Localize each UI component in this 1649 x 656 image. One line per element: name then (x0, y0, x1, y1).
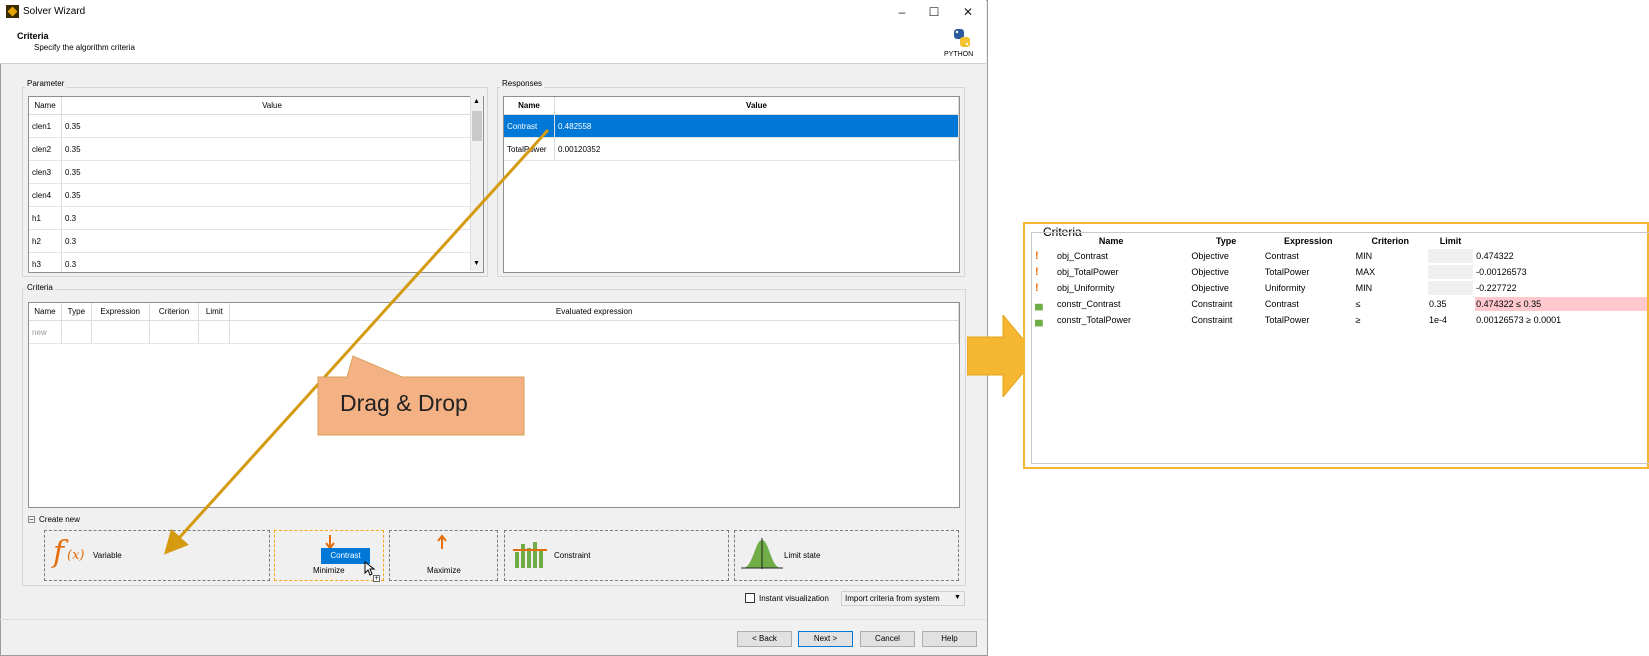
zoom-limit-cell[interactable] (1427, 265, 1474, 279)
zoom-name-text: constr_TotalPower (1057, 315, 1132, 325)
zoom-name-text: obj_TotalPower (1057, 267, 1119, 277)
zoom-name-cell[interactable]: ! obj_TotalPower (1034, 265, 1188, 279)
drag-arrow-icon (163, 128, 550, 555)
zoom-expression-cell[interactable]: TotalPower (1264, 313, 1353, 327)
table-row[interactable]: ! obj_Contrast Objective Contrast MIN 0.47432… (1034, 249, 1647, 263)
drag-drop-callout-text: Drag & Drop (340, 390, 468, 416)
objective-icon: ! (1035, 266, 1039, 278)
zoom-name-text: constr_Contrast (1057, 299, 1121, 309)
zoom-limit-cell[interactable]: 0.35 (1428, 297, 1473, 311)
table-row[interactable]: ▄ constr_Contrast Constraint Contrast ≤0.35 0… (1034, 297, 1647, 311)
zoom-expression-cell[interactable]: Contrast (1264, 249, 1353, 263)
table-row[interactable]: ▄ constr_TotalPower Constraint TotalPower ≥1… (1034, 313, 1647, 327)
zoom-column-type[interactable]: Type (1190, 235, 1262, 247)
zoom-name-text: obj_Uniformity (1057, 283, 1115, 293)
zoom-column-criterion[interactable]: Criterion (1355, 235, 1426, 247)
constraint-icon: ▄ (1035, 298, 1043, 310)
zoom-expression-cell[interactable]: Uniformity (1264, 281, 1353, 295)
zoom-limit-cell[interactable] (1427, 281, 1474, 295)
zoom-name-cell[interactable]: ▄ constr_TotalPower (1034, 313, 1188, 327)
zoom-evaluated-cell[interactable]: 0.474322 (1475, 249, 1647, 263)
zoom-type-cell[interactable]: Objective (1190, 265, 1262, 279)
zoom-expression-cell[interactable]: TotalPower (1264, 265, 1353, 279)
zoom-type-cell[interactable]: Objective (1190, 249, 1262, 263)
table-row[interactable]: ! obj_TotalPower Objective TotalPower MAX -0.… (1034, 265, 1647, 279)
zoom-column-expression[interactable]: Expression (1264, 235, 1353, 247)
zoom-name-text: obj_Contrast (1057, 251, 1109, 261)
zoom-column-evaluated[interactable] (1475, 235, 1647, 247)
objective-icon: ! (1035, 282, 1039, 294)
zoom-criterion-cell[interactable]: MAX (1355, 265, 1426, 279)
zoom-expression-cell[interactable]: Contrast (1264, 297, 1353, 311)
zoom-name-cell[interactable]: ! obj_Uniformity (1034, 281, 1188, 295)
zoom-column-limit[interactable]: Limit (1428, 235, 1473, 247)
zoom-type-cell[interactable]: Constraint (1190, 297, 1262, 311)
table-row[interactable]: ! obj_Uniformity Objective Uniformity MIN -0.… (1034, 281, 1647, 295)
zoom-name-cell[interactable]: ▄ constr_Contrast (1034, 297, 1188, 311)
zoom-evaluated-cell[interactable]: -0.00126573 (1475, 265, 1647, 279)
zoom-criterion-cell[interactable]: MIN (1355, 281, 1426, 295)
constraint-icon: ▄ (1035, 314, 1043, 326)
zoom-evaluated-cell[interactable]: 0.474322 ≤ 0.35 (1475, 297, 1647, 311)
zoom-column-name[interactable]: Name (1034, 235, 1188, 247)
zoom-limit-cell[interactable]: 1e-4 (1428, 313, 1473, 327)
zoom-criterion-cell[interactable]: ≤ (1355, 297, 1426, 311)
zoom-type-cell[interactable]: Objective (1190, 281, 1262, 295)
zoom-name-cell[interactable]: ! obj_Contrast (1034, 249, 1188, 263)
objective-icon: ! (1035, 250, 1039, 262)
zoom-evaluated-cell[interactable]: 0.00126573 ≥ 0.0001 (1475, 313, 1647, 327)
zoom-type-cell[interactable]: Constraint (1190, 313, 1262, 327)
zoom-criterion-cell[interactable]: MIN (1355, 249, 1426, 263)
zoom-evaluated-cell[interactable]: -0.227722 (1475, 281, 1647, 295)
zoom-criteria-table[interactable]: Name Type Expression Criterion Limit ! ob… (1031, 232, 1649, 464)
zoom-criterion-cell[interactable]: ≥ (1355, 313, 1426, 327)
zoom-limit-cell[interactable] (1427, 249, 1474, 263)
